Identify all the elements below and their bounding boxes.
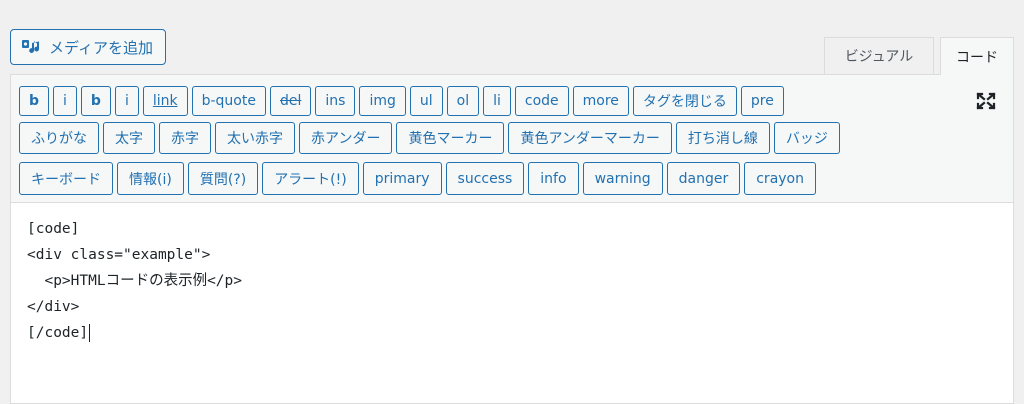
code-line: <p>HTMLコードの表示例</p> <box>27 273 242 289</box>
code-line: [/code] <box>27 325 89 341</box>
code-textarea[interactable]: [code] <div class="example"> <p>HTMLコードの表… <box>11 203 1013 403</box>
qt-bold-button[interactable]: b <box>19 86 50 116</box>
qt-info-button[interactable]: info <box>528 162 579 195</box>
fullscreen-icon[interactable] <box>975 91 997 111</box>
media-icon <box>21 38 41 56</box>
quicktags-toolbar: b i b i link b-quote del ins img ul ol l… <box>11 75 1013 203</box>
tab-code[interactable]: コード <box>940 37 1014 75</box>
toolbar-row-3: キーボード 情報(i) 質問(?) アラート(!) primary succes… <box>19 162 816 195</box>
toolbar-row-1: b i b i link b-quote del ins img ul ol l… <box>19 86 784 116</box>
qt-info-box-button[interactable]: 情報(i) <box>117 162 184 195</box>
qt-del-button[interactable]: del <box>269 86 312 116</box>
qt-danger-button[interactable]: danger <box>666 162 741 195</box>
code-line: <div class="example"> <box>27 247 211 263</box>
qt-yellow-underline-marker-button[interactable]: 黄色アンダーマーカー <box>508 122 672 154</box>
qt-ol-button[interactable]: ol <box>446 86 480 116</box>
code-line: [code] <box>27 221 80 237</box>
editor: b i b i link b-quote del ins img ul ol l… <box>10 74 1014 404</box>
qt-pre-button[interactable]: pre <box>740 86 784 116</box>
qt-keyboard-button[interactable]: キーボード <box>19 162 113 195</box>
qt-ul-button[interactable]: ul <box>409 86 443 116</box>
qt-italic-button-2[interactable]: i <box>114 86 139 116</box>
qt-more-button[interactable]: more <box>572 86 629 116</box>
qt-bold-text-button[interactable]: 太字 <box>103 122 155 154</box>
code-line: </div> <box>27 299 80 315</box>
qt-crayon-button[interactable]: crayon <box>744 162 816 195</box>
qt-code-button[interactable]: code <box>514 86 569 116</box>
qt-link-button[interactable]: link <box>142 86 188 116</box>
qt-close-tags-button[interactable]: タグを閉じる <box>632 86 737 116</box>
toolbar-row-2: ふりがな 太字 赤字 太い赤字 赤アンダー 黄色マーカー 黄色アンダーマーカー … <box>19 122 840 154</box>
qt-badge-button[interactable]: バッジ <box>773 122 840 154</box>
qt-warning-button[interactable]: warning <box>582 162 663 195</box>
add-media-label: メディアを追加 <box>49 38 153 57</box>
qt-ins-button[interactable]: ins <box>315 86 356 116</box>
tab-visual[interactable]: ビジュアル <box>824 37 934 74</box>
add-media-button[interactable]: メディアを追加 <box>10 29 166 65</box>
qt-success-button[interactable]: success <box>445 162 525 195</box>
qt-li-button[interactable]: li <box>483 86 511 116</box>
qt-alert-box-button[interactable]: アラート(!) <box>262 162 359 195</box>
qt-bold-red-button[interactable]: 太い赤字 <box>215 122 295 154</box>
qt-primary-button[interactable]: primary <box>362 162 442 195</box>
qt-img-button[interactable]: img <box>359 86 406 116</box>
qt-red-text-button[interactable]: 赤字 <box>159 122 211 154</box>
qt-furigana-button[interactable]: ふりがな <box>19 122 99 154</box>
qt-italic-button[interactable]: i <box>53 86 77 116</box>
qt-yellow-marker-button[interactable]: 黄色マーカー <box>396 122 505 154</box>
text-cursor <box>89 324 91 342</box>
qt-red-underline-button[interactable]: 赤アンダー <box>299 122 393 154</box>
qt-strikethrough-button[interactable]: 打ち消し線 <box>675 122 770 154</box>
qt-blockquote-button[interactable]: b-quote <box>191 86 266 116</box>
code-line-last: [/code] <box>27 320 997 346</box>
qt-bold-button-2[interactable]: b <box>80 86 111 116</box>
qt-question-box-button[interactable]: 質問(?) <box>187 162 259 195</box>
